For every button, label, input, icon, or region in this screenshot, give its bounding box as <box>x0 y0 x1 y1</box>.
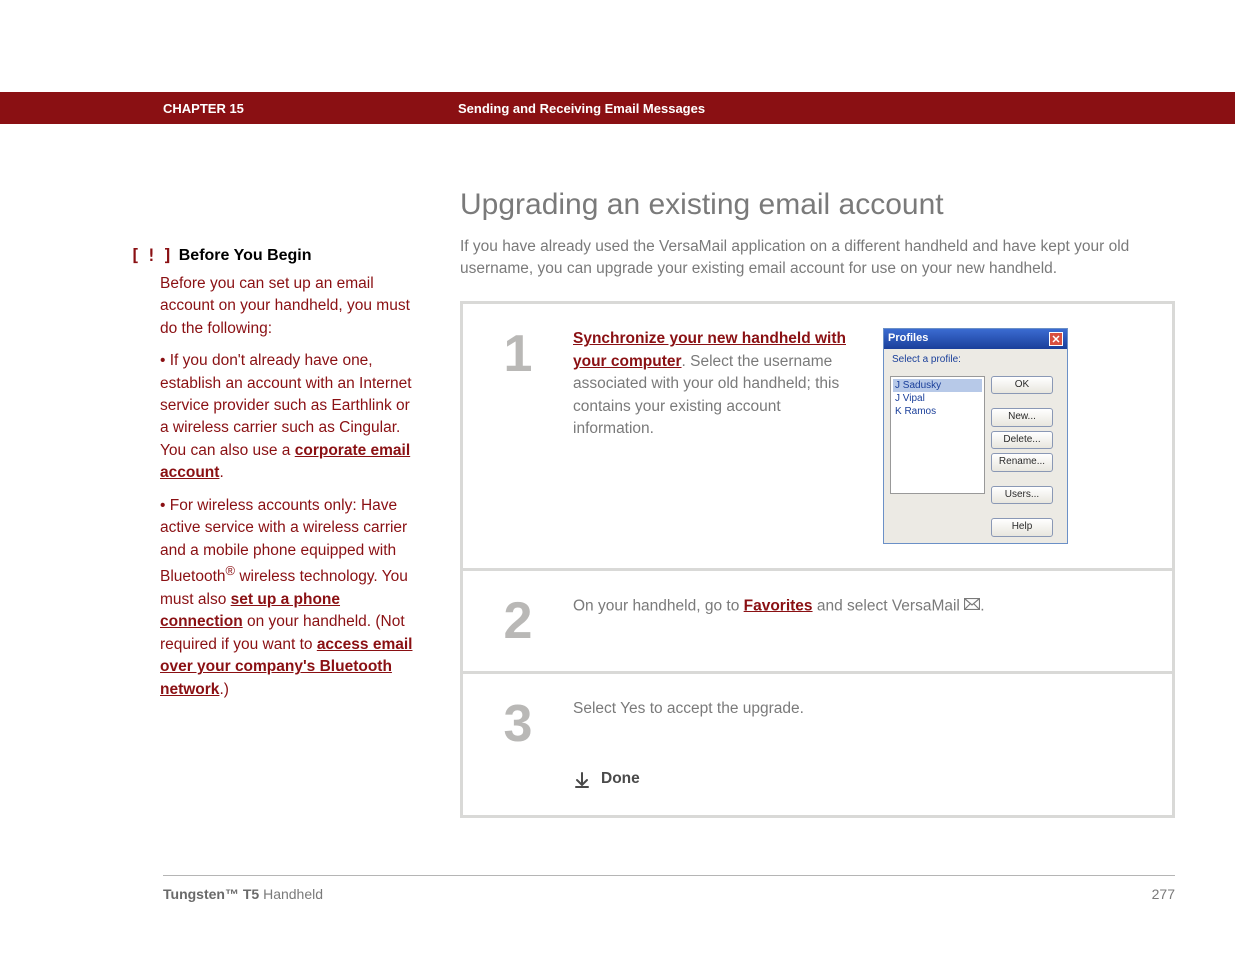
profile-item[interactable]: J Vipal <box>893 392 982 405</box>
step-3: 3 Select Yes to accept the upgrade. Done <box>463 674 1172 815</box>
favorites-link[interactable]: Favorites <box>744 597 813 614</box>
page-heading: Upgrading an existing email account <box>460 188 1175 222</box>
rename-button[interactable]: Rename... <box>991 453 1053 472</box>
done-row: Done <box>573 768 1148 790</box>
exclaim-icon: ! <box>146 244 156 269</box>
step-3-number: 3 <box>463 698 573 791</box>
chapter-label: CHAPTER 15 <box>163 101 458 116</box>
chapter-header: CHAPTER 15 Sending and Receiving Email M… <box>0 92 1235 124</box>
sidebar-bullet-1: • If you don't already have one, establi… <box>160 350 420 485</box>
step-1-text: Synchronize your new handheld with your … <box>573 328 853 543</box>
new-button[interactable]: New... <box>991 408 1053 427</box>
profiles-body: J Sadusky J Vipal K Ramos OK New... Dele… <box>884 370 1067 543</box>
step-2-post: and select VersaMail <box>813 597 965 614</box>
step-3-text: Select Yes to accept the upgrade. <box>573 698 1148 720</box>
byb-title: Before You Begin <box>179 244 312 269</box>
step-1: 1 Synchronize your new handheld with you… <box>463 304 1172 567</box>
profiles-listbox[interactable]: J Sadusky J Vipal K Ramos <box>890 376 985 494</box>
bracket-close: ] <box>163 244 173 269</box>
step-2-period: . <box>980 597 984 614</box>
page-number: 277 <box>1152 886 1175 902</box>
step-1-number: 1 <box>463 328 573 543</box>
select-profile-label: Select a profile: <box>890 353 1061 370</box>
step-2-number: 2 <box>463 595 573 647</box>
profiles-titlebar: Profiles <box>884 329 1067 349</box>
done-label: Done <box>601 768 640 790</box>
content-area: [ ! ] Before You Begin Before you can se… <box>130 188 1175 818</box>
profiles-button-column: OK New... Delete... Rename... Users... H… <box>991 376 1053 537</box>
close-icon[interactable] <box>1049 332 1063 346</box>
product-bold: Tungsten™ T5 <box>163 886 259 902</box>
users-button[interactable]: Users... <box>991 486 1053 505</box>
reg-mark: ® <box>226 563 236 578</box>
mail-icon <box>964 595 980 617</box>
main-column: Upgrading an existing email account If y… <box>460 188 1175 818</box>
sidebar-body: Before you can set up an email account o… <box>130 273 420 702</box>
step-2-text: On your handheld, go to Favorites and se… <box>573 595 1148 647</box>
profiles-title: Profiles <box>888 331 928 347</box>
bullet1-post: . <box>219 464 223 481</box>
delete-button[interactable]: Delete... <box>991 431 1053 450</box>
product-name: Tungsten™ T5 Handheld <box>163 886 323 902</box>
done-arrow-icon <box>573 771 591 789</box>
profiles-dialog: Profiles Select a profile: J Sadusky J V <box>883 328 1068 543</box>
step-2: 2 On your handheld, go to Favorites and … <box>463 571 1172 671</box>
ok-button[interactable]: OK <box>991 376 1053 395</box>
help-button[interactable]: Help <box>991 518 1053 537</box>
sidebar-intro: Before you can set up an email account o… <box>160 273 420 340</box>
byb-header: [ ! ] Before You Begin <box>130 244 420 269</box>
profile-item[interactable]: K Ramos <box>893 405 982 418</box>
main-intro: If you have already used the VersaMail a… <box>460 236 1175 279</box>
page-footer: Tungsten™ T5 Handheld 277 <box>163 875 1175 902</box>
step-2-body: On your handheld, go to Favorites and se… <box>573 595 1148 647</box>
before-you-begin-sidebar: [ ! ] Before You Begin Before you can se… <box>130 188 420 818</box>
steps-container: 1 Synchronize your new handheld with you… <box>460 301 1175 817</box>
profiles-select-label-row: Select a profile: <box>884 349 1067 370</box>
bracket-open: [ <box>130 244 140 269</box>
step-2-pre: On your handheld, go to <box>573 597 744 614</box>
chapter-title: Sending and Receiving Email Messages <box>458 101 705 116</box>
step-1-body: Synchronize your new handheld with your … <box>573 328 1148 543</box>
sidebar-bullet-2: • For wireless accounts only: Have activ… <box>160 495 420 701</box>
product-rest: Handheld <box>259 886 323 902</box>
profile-item-selected[interactable]: J Sadusky <box>893 379 982 392</box>
step-3-body: Select Yes to accept the upgrade. Done <box>573 698 1148 791</box>
bullet2-post: .) <box>219 681 228 698</box>
